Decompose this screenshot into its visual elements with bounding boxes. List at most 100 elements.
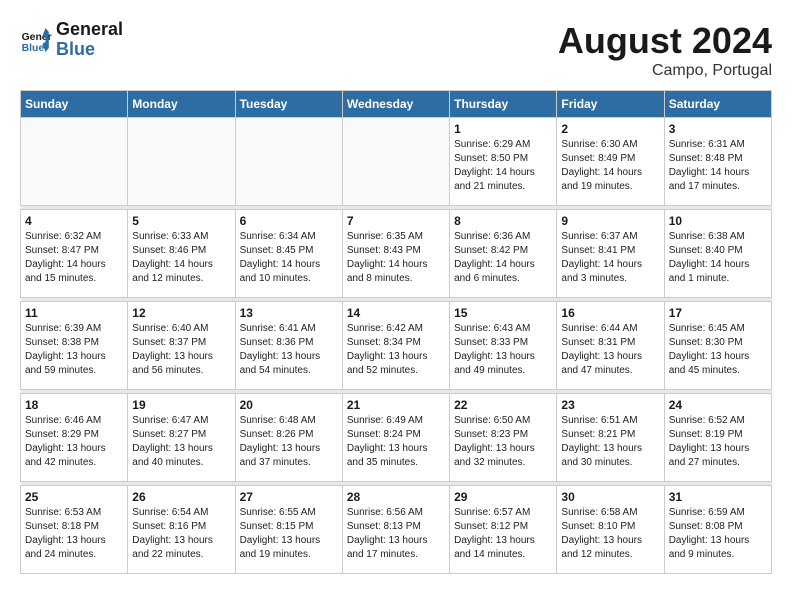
day-number: 1 — [454, 122, 552, 136]
day-number: 5 — [132, 214, 230, 228]
day-number: 24 — [669, 398, 767, 412]
calendar-cell: 14 Sunrise: 6:42 AM Sunset: 8:34 PM Dayli… — [342, 302, 449, 390]
day-number: 16 — [561, 306, 659, 320]
day-info: Sunrise: 6:37 AM Sunset: 8:41 PM Dayligh… — [561, 230, 659, 286]
day-info: Sunrise: 6:51 AM Sunset: 8:21 PM Dayligh… — [561, 414, 659, 470]
calendar-cell: 25Sunrise: 6:53 AM Sunset: 8:18 PM Dayli… — [21, 486, 128, 574]
logo: General Blue General Blue — [20, 20, 123, 60]
calendar-cell: 18Sunrise: 6:46 AM Sunset: 8:29 PM Dayli… — [21, 394, 128, 482]
day-info: Sunrise: 6:39 AM Sunset: 8:38 PM Dayligh… — [25, 322, 123, 378]
month-year: August 2024 — [558, 20, 772, 62]
day-number: 23 — [561, 398, 659, 412]
day-number: 27 — [240, 490, 338, 504]
calendar-cell: 12Sunrise: 6:40 AM Sunset: 8:37 PM Dayli… — [128, 302, 235, 390]
calendar-week-row: 1 Sunrise: 6:29 AM Sunset: 8:50 PM Daylig… — [21, 118, 772, 206]
calendar-cell — [235, 118, 342, 206]
calendar-table: SundayMondayTuesdayWednesdayThursdayFrid… — [20, 90, 772, 574]
day-info: Sunrise: 6:48 AM Sunset: 8:26 PM Dayligh… — [240, 414, 338, 470]
calendar-cell: 28 Sunrise: 6:56 AM Sunset: 8:13 PM Dayli… — [342, 486, 449, 574]
day-number: 2 — [561, 122, 659, 136]
day-info: Sunrise: 6:36 AM Sunset: 8:42 PM Dayligh… — [454, 230, 552, 286]
calendar-cell: 3Sunrise: 6:31 AM Sunset: 8:48 PM Daylig… — [664, 118, 771, 206]
calendar-cell: 8 Sunrise: 6:36 AM Sunset: 8:42 PM Daylig… — [450, 210, 557, 298]
calendar-cell: 26 Sunrise: 6:54 AM Sunset: 8:16 PM Dayli… — [128, 486, 235, 574]
day-number: 29 — [454, 490, 552, 504]
day-number: 13 — [240, 306, 338, 320]
calendar-cell: 9 Sunrise: 6:37 AM Sunset: 8:41 PM Daylig… — [557, 210, 664, 298]
col-header-wednesday: Wednesday — [342, 91, 449, 118]
day-info: Sunrise: 6:54 AM Sunset: 8:16 PM Dayligh… — [132, 506, 230, 562]
calendar-cell: 11 Sunrise: 6:39 AM Sunset: 8:38 PM Dayli… — [21, 302, 128, 390]
calendar-cell: 7 Sunrise: 6:35 AM Sunset: 8:43 PM Daylig… — [342, 210, 449, 298]
day-number: 20 — [240, 398, 338, 412]
calendar-cell: 15Sunrise: 6:43 AM Sunset: 8:33 PM Dayli… — [450, 302, 557, 390]
calendar-cell: 27 Sunrise: 6:55 AM Sunset: 8:15 PM Dayli… — [235, 486, 342, 574]
day-number: 19 — [132, 398, 230, 412]
day-number: 30 — [561, 490, 659, 504]
day-info: Sunrise: 6:49 AM Sunset: 8:24 PM Dayligh… — [347, 414, 445, 470]
day-info: Sunrise: 6:59 AM Sunset: 8:08 PM Dayligh… — [669, 506, 767, 562]
day-info: Sunrise: 6:46 AM Sunset: 8:29 PM Dayligh… — [25, 414, 123, 470]
day-info: Sunrise: 6:56 AM Sunset: 8:13 PM Dayligh… — [347, 506, 445, 562]
logo-text-blue: Blue — [56, 40, 123, 60]
col-header-sunday: Sunday — [21, 91, 128, 118]
day-number: 21 — [347, 398, 445, 412]
day-info: Sunrise: 6:58 AM Sunset: 8:10 PM Dayligh… — [561, 506, 659, 562]
location: Campo, Portugal — [558, 62, 772, 80]
day-number: 7 — [347, 214, 445, 228]
svg-text:Blue: Blue — [22, 43, 45, 54]
day-info: Sunrise: 6:33 AM Sunset: 8:46 PM Dayligh… — [132, 230, 230, 286]
calendar-cell: 24Sunrise: 6:52 AM Sunset: 8:19 PM Dayli… — [664, 394, 771, 482]
calendar-cell — [342, 118, 449, 206]
day-info: Sunrise: 6:40 AM Sunset: 8:37 PM Dayligh… — [132, 322, 230, 378]
calendar-week-row: 4Sunrise: 6:32 AM Sunset: 8:47 PM Daylig… — [21, 210, 772, 298]
calendar-week-row: 18Sunrise: 6:46 AM Sunset: 8:29 PM Dayli… — [21, 394, 772, 482]
day-info: Sunrise: 6:32 AM Sunset: 8:47 PM Dayligh… — [25, 230, 123, 286]
day-info: Sunrise: 6:35 AM Sunset: 8:43 PM Dayligh… — [347, 230, 445, 286]
col-header-monday: Monday — [128, 91, 235, 118]
col-header-tuesday: Tuesday — [235, 91, 342, 118]
day-number: 17 — [669, 306, 767, 320]
calendar-cell: 29Sunrise: 6:57 AM Sunset: 8:12 PM Dayli… — [450, 486, 557, 574]
day-info: Sunrise: 6:38 AM Sunset: 8:40 PM Dayligh… — [669, 230, 767, 286]
day-number: 10 — [669, 214, 767, 228]
calendar-cell: 10 Sunrise: 6:38 AM Sunset: 8:40 PM Dayli… — [664, 210, 771, 298]
day-number: 22 — [454, 398, 552, 412]
day-number: 9 — [561, 214, 659, 228]
calendar-cell: 16Sunrise: 6:44 AM Sunset: 8:31 PM Dayli… — [557, 302, 664, 390]
calendar-cell: 23 Sunrise: 6:51 AM Sunset: 8:21 PM Dayli… — [557, 394, 664, 482]
day-info: Sunrise: 6:30 AM Sunset: 8:49 PM Dayligh… — [561, 138, 659, 194]
calendar-cell: 13 Sunrise: 6:41 AM Sunset: 8:36 PM Dayli… — [235, 302, 342, 390]
calendar-cell — [21, 118, 128, 206]
calendar-cell: 2 Sunrise: 6:30 AM Sunset: 8:49 PM Daylig… — [557, 118, 664, 206]
calendar-cell: 20 Sunrise: 6:48 AM Sunset: 8:26 PM Dayli… — [235, 394, 342, 482]
day-number: 14 — [347, 306, 445, 320]
day-info: Sunrise: 6:31 AM Sunset: 8:48 PM Dayligh… — [669, 138, 767, 194]
day-info: Sunrise: 6:34 AM Sunset: 8:45 PM Dayligh… — [240, 230, 338, 286]
day-info: Sunrise: 6:41 AM Sunset: 8:36 PM Dayligh… — [240, 322, 338, 378]
day-number: 6 — [240, 214, 338, 228]
calendar-cell: 5 Sunrise: 6:33 AM Sunset: 8:46 PM Daylig… — [128, 210, 235, 298]
day-info: Sunrise: 6:42 AM Sunset: 8:34 PM Dayligh… — [347, 322, 445, 378]
calendar-cell: 22 Sunrise: 6:50 AM Sunset: 8:23 PM Dayli… — [450, 394, 557, 482]
day-info: Sunrise: 6:29 AM Sunset: 8:50 PM Dayligh… — [454, 138, 552, 194]
day-info: Sunrise: 6:55 AM Sunset: 8:15 PM Dayligh… — [240, 506, 338, 562]
col-header-friday: Friday — [557, 91, 664, 118]
day-number: 11 — [25, 306, 123, 320]
calendar-cell — [128, 118, 235, 206]
day-number: 15 — [454, 306, 552, 320]
day-info: Sunrise: 6:45 AM Sunset: 8:30 PM Dayligh… — [669, 322, 767, 378]
calendar-cell: 4Sunrise: 6:32 AM Sunset: 8:47 PM Daylig… — [21, 210, 128, 298]
calendar-header-row: SundayMondayTuesdayWednesdayThursdayFrid… — [21, 91, 772, 118]
day-info: Sunrise: 6:50 AM Sunset: 8:23 PM Dayligh… — [454, 414, 552, 470]
day-number: 8 — [454, 214, 552, 228]
calendar-cell: 6 Sunrise: 6:34 AM Sunset: 8:45 PM Daylig… — [235, 210, 342, 298]
day-number: 31 — [669, 490, 767, 504]
col-header-thursday: Thursday — [450, 91, 557, 118]
logo-icon: General Blue — [20, 24, 52, 56]
calendar-week-row: 25Sunrise: 6:53 AM Sunset: 8:18 PM Dayli… — [21, 486, 772, 574]
col-header-saturday: Saturday — [664, 91, 771, 118]
day-number: 28 — [347, 490, 445, 504]
day-number: 26 — [132, 490, 230, 504]
page-header: General Blue General Blue August 2024 Ca… — [20, 20, 772, 80]
